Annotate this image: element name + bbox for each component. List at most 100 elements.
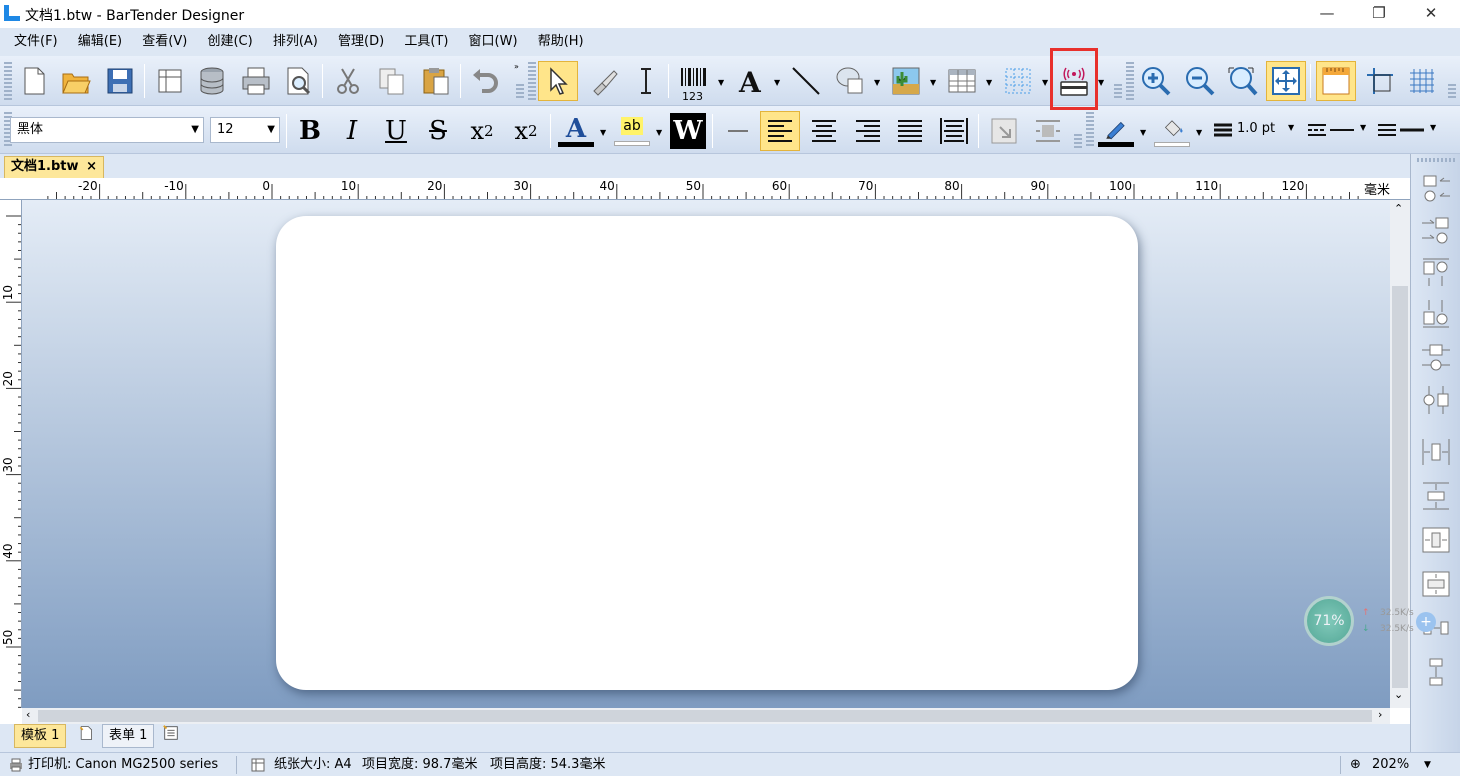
distribute-vertical-icon[interactable] (1418, 478, 1454, 514)
center-horizontally-icon[interactable] (1418, 340, 1454, 376)
fill-color-dropdown-icon[interactable]: ▼ (1196, 128, 1202, 137)
zoom-out-icon[interactable] (1180, 61, 1220, 101)
text-dropdown-icon[interactable]: ▼ (774, 78, 780, 87)
toolbar-grip[interactable] (1086, 112, 1094, 148)
shape-dropdown-icon[interactable]: ▼ (874, 78, 880, 87)
format-painter-icon[interactable] (584, 61, 624, 101)
close-button[interactable]: ✕ (1408, 2, 1454, 26)
superscript-button[interactable]: x2 (506, 111, 546, 151)
align-left-edges-icon[interactable] (1418, 170, 1454, 206)
close-icon[interactable]: × (86, 157, 97, 177)
menu-create[interactable]: 创建(C) (199, 28, 260, 56)
undo-icon[interactable] (466, 61, 506, 101)
rfid-dropdown-icon[interactable]: ▼ (1098, 78, 1104, 87)
text-cursor-icon[interactable] (626, 61, 666, 101)
fill-color-button[interactable] (1152, 111, 1192, 151)
new-template-icon[interactable] (72, 724, 98, 748)
text-color-button[interactable]: A (556, 111, 596, 151)
scroll-right-icon[interactable]: › (1378, 708, 1382, 721)
copy-icon[interactable] (372, 61, 412, 101)
menu-tools[interactable]: 工具(T) (396, 28, 456, 56)
restore-button[interactable]: ❐ (1356, 2, 1402, 26)
design-canvas[interactable] (22, 200, 1390, 708)
toolbar-grip[interactable] (528, 62, 536, 100)
text-object-icon[interactable]: A (730, 61, 770, 101)
grid-dropdown-icon[interactable]: ▼ (1042, 78, 1048, 87)
line-width-select[interactable]: 1.0 pt ▼ (1212, 117, 1304, 143)
menu-arrange[interactable]: 排列(A) (265, 28, 326, 56)
fit-text-width-icon[interactable] (934, 111, 974, 151)
highlight-dropdown-icon[interactable]: ▼ (656, 128, 662, 137)
menu-administer[interactable]: 管理(D) (330, 28, 392, 56)
barcode-dropdown-icon[interactable]: ▼ (718, 78, 724, 87)
scroll-left-icon[interactable]: ‹ (26, 708, 30, 721)
shape-tool-icon[interactable] (830, 61, 870, 101)
table-dropdown-icon[interactable]: ▼ (986, 78, 992, 87)
line-ends-select[interactable]: ▼ (1376, 117, 1442, 143)
distribute-horizontal-icon[interactable] (1418, 434, 1454, 470)
menu-file[interactable]: 文件(F) (6, 28, 66, 56)
menu-help[interactable]: 帮助(H) (530, 28, 592, 56)
toolbar-grip[interactable] (1074, 134, 1082, 148)
status-printer[interactable]: 打印机: Canon MG2500 series (28, 753, 218, 776)
toolbar-grip[interactable] (1448, 84, 1456, 100)
strikethrough-button[interactable]: S (418, 111, 458, 151)
scroll-down-icon[interactable]: ⌄ (1394, 688, 1403, 701)
zoom-fit-icon[interactable] (1222, 61, 1262, 101)
line-color-dropdown-icon[interactable]: ▼ (1140, 128, 1146, 137)
line-style-icon[interactable] (718, 111, 758, 151)
cut-icon[interactable] (328, 61, 368, 101)
line-dash-select[interactable]: ▼ (1306, 117, 1370, 143)
anchor-bottom-right-icon[interactable] (984, 111, 1024, 151)
show-grid-icon[interactable] (1402, 61, 1442, 101)
table-tool-icon[interactable] (942, 61, 982, 101)
toolbar-grip[interactable] (1126, 62, 1134, 100)
new-document-icon[interactable] (14, 61, 54, 101)
horizontal-scrollbar[interactable]: ‹ › (22, 708, 1390, 724)
network-monitor-widget[interactable]: 71% ↑ 32.5K/s ↓ 32.5K/s + (1300, 594, 1450, 648)
select-pointer-icon[interactable] (538, 61, 578, 101)
label-template[interactable] (276, 216, 1138, 690)
picture-tool-icon[interactable] (886, 61, 926, 101)
tab-template[interactable]: 模板 1 (14, 724, 67, 748)
center-vertically-icon[interactable] (1418, 382, 1454, 418)
menu-window[interactable]: 窗口(W) (461, 28, 526, 56)
font-family-select[interactable]: 黑体 ▼ (10, 117, 204, 143)
picture-dropdown-icon[interactable]: ▼ (930, 78, 936, 87)
bold-button[interactable]: B (290, 111, 330, 151)
paste-icon[interactable] (416, 61, 456, 101)
add-icon[interactable]: + (1416, 612, 1436, 632)
scroll-up-icon[interactable]: ⌃ (1394, 202, 1403, 215)
toolbar-grip[interactable] (516, 84, 524, 100)
horizontal-scroll-thumb[interactable] (38, 710, 1372, 722)
snap-guides-icon[interactable] (1360, 61, 1400, 101)
fit-to-window-icon[interactable] (1266, 61, 1306, 101)
subscript-button[interactable]: x2 (462, 111, 502, 151)
text-color-dropdown-icon[interactable]: ▼ (600, 128, 606, 137)
page-setup-icon[interactable] (150, 61, 190, 101)
font-size-select[interactable]: 12 ▼ (210, 117, 280, 143)
document-tab[interactable]: 文档1.btw × (4, 156, 104, 178)
panel-grip[interactable] (1417, 158, 1455, 162)
line-color-button[interactable] (1096, 111, 1136, 151)
save-icon[interactable] (100, 61, 140, 101)
underline-button[interactable]: U (376, 111, 416, 151)
status-zoom[interactable]: 202% (1372, 753, 1409, 776)
reverse-text-button[interactable]: W (668, 111, 708, 151)
tab-form[interactable]: 表单 1 (102, 724, 155, 748)
align-top-edges-icon[interactable] (1418, 254, 1454, 290)
toolbar-grip[interactable] (1114, 84, 1122, 100)
text-wrap-icon[interactable] (1028, 111, 1068, 151)
align-right-icon[interactable] (848, 111, 888, 151)
menu-edit[interactable]: 编辑(E) (70, 28, 130, 56)
minimize-button[interactable]: — (1304, 2, 1350, 26)
zoom-dropdown-icon[interactable]: ▼ (1424, 753, 1431, 776)
database-icon[interactable] (192, 61, 232, 101)
print-preview-icon[interactable] (278, 61, 318, 101)
highlight-button[interactable]: ab (612, 111, 652, 151)
toolbar-grip[interactable] (4, 62, 12, 100)
new-form-icon[interactable] (156, 724, 186, 748)
align-center-icon[interactable] (804, 111, 844, 151)
menu-view[interactable]: 查看(V) (134, 28, 195, 56)
center-in-label-horizontal-icon[interactable] (1418, 522, 1454, 558)
